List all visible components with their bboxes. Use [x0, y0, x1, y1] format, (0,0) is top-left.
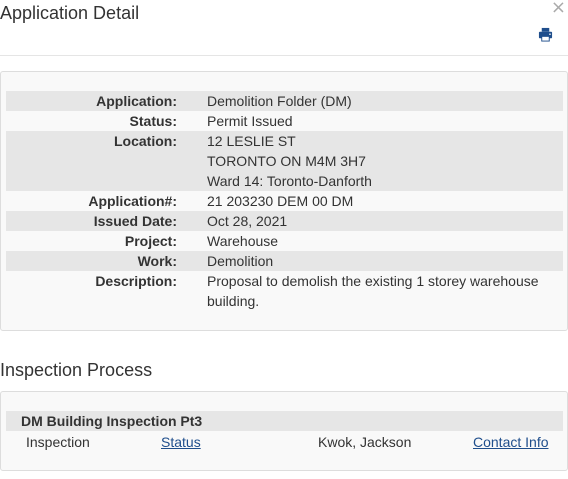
detail-label: Work: [137, 253, 177, 269]
header-divider [0, 55, 568, 56]
detail-row-work: Work: Demolition [6, 251, 563, 271]
detail-label: Status: [129, 113, 177, 129]
inspection-type: Inspection [26, 434, 90, 450]
detail-row-application-number: Application#: 21 203230 DEM 00 DM [6, 191, 563, 211]
detail-label: Description: [95, 273, 177, 289]
inspection-heading: Inspection Process [0, 360, 153, 380]
detail-row-application: Application: Demolition Folder (DM) [6, 91, 563, 111]
detail-label: Location: [114, 133, 177, 149]
detail-label: Application#: [88, 193, 177, 209]
inspection-group-title: DM Building Inspection Pt3 [21, 413, 203, 429]
detail-value: Permit Issued [207, 113, 293, 129]
detail-value: Demolition [207, 253, 274, 269]
detail-row-location: Location: 12 LESLIE ST TORONTO ON M4M 3H… [6, 131, 563, 191]
detail-row-issued-date: Issued Date: Oct 28, 2021 [6, 211, 563, 231]
application-details-panel: Application: Demolition Folder (DM) Stat… [0, 71, 568, 331]
inspection-panel: DM Building Inspection Pt3 Inspection St… [0, 391, 568, 471]
inspector-name: Kwok, Jackson [318, 434, 412, 450]
contact-info-link[interactable]: Contact Info [473, 432, 549, 452]
detail-value: Oct 28, 2021 [207, 213, 288, 229]
detail-value: Warehouse [207, 233, 279, 249]
detail-value-line: building. [207, 293, 260, 309]
status-link[interactable]: Status [161, 432, 201, 452]
detail-value: 21 203230 DEM 00 DM [207, 193, 354, 209]
detail-value-line: 12 LESLIE ST [207, 133, 296, 149]
printer-icon[interactable] [538, 27, 553, 42]
detail-row-project: Project: Warehouse [6, 231, 563, 251]
detail-row-description: Description: Proposal to demolish the ex… [6, 271, 563, 311]
detail-row-status: Status: Permit Issued [6, 111, 563, 131]
detail-value-line: TORONTO ON M4M 3H7 [207, 153, 366, 169]
inspection-group-header: DM Building Inspection Pt3 [6, 411, 563, 431]
detail-label: Project: [124, 233, 177, 249]
detail-value-line: Proposal to demolish the existing 1 stor… [207, 273, 539, 289]
detail-label: Application: [96, 93, 177, 109]
detail-value-line: Ward 14: Toronto-Danforth [207, 173, 372, 189]
close-icon[interactable]: × [551, 0, 566, 17]
inspection-row: Inspection Status Kwok, Jackson Contact … [6, 432, 563, 452]
detail-label: Issued Date: [93, 213, 177, 229]
detail-value: Demolition Folder (DM) [207, 93, 352, 109]
page-title: Application Detail [0, 3, 140, 23]
